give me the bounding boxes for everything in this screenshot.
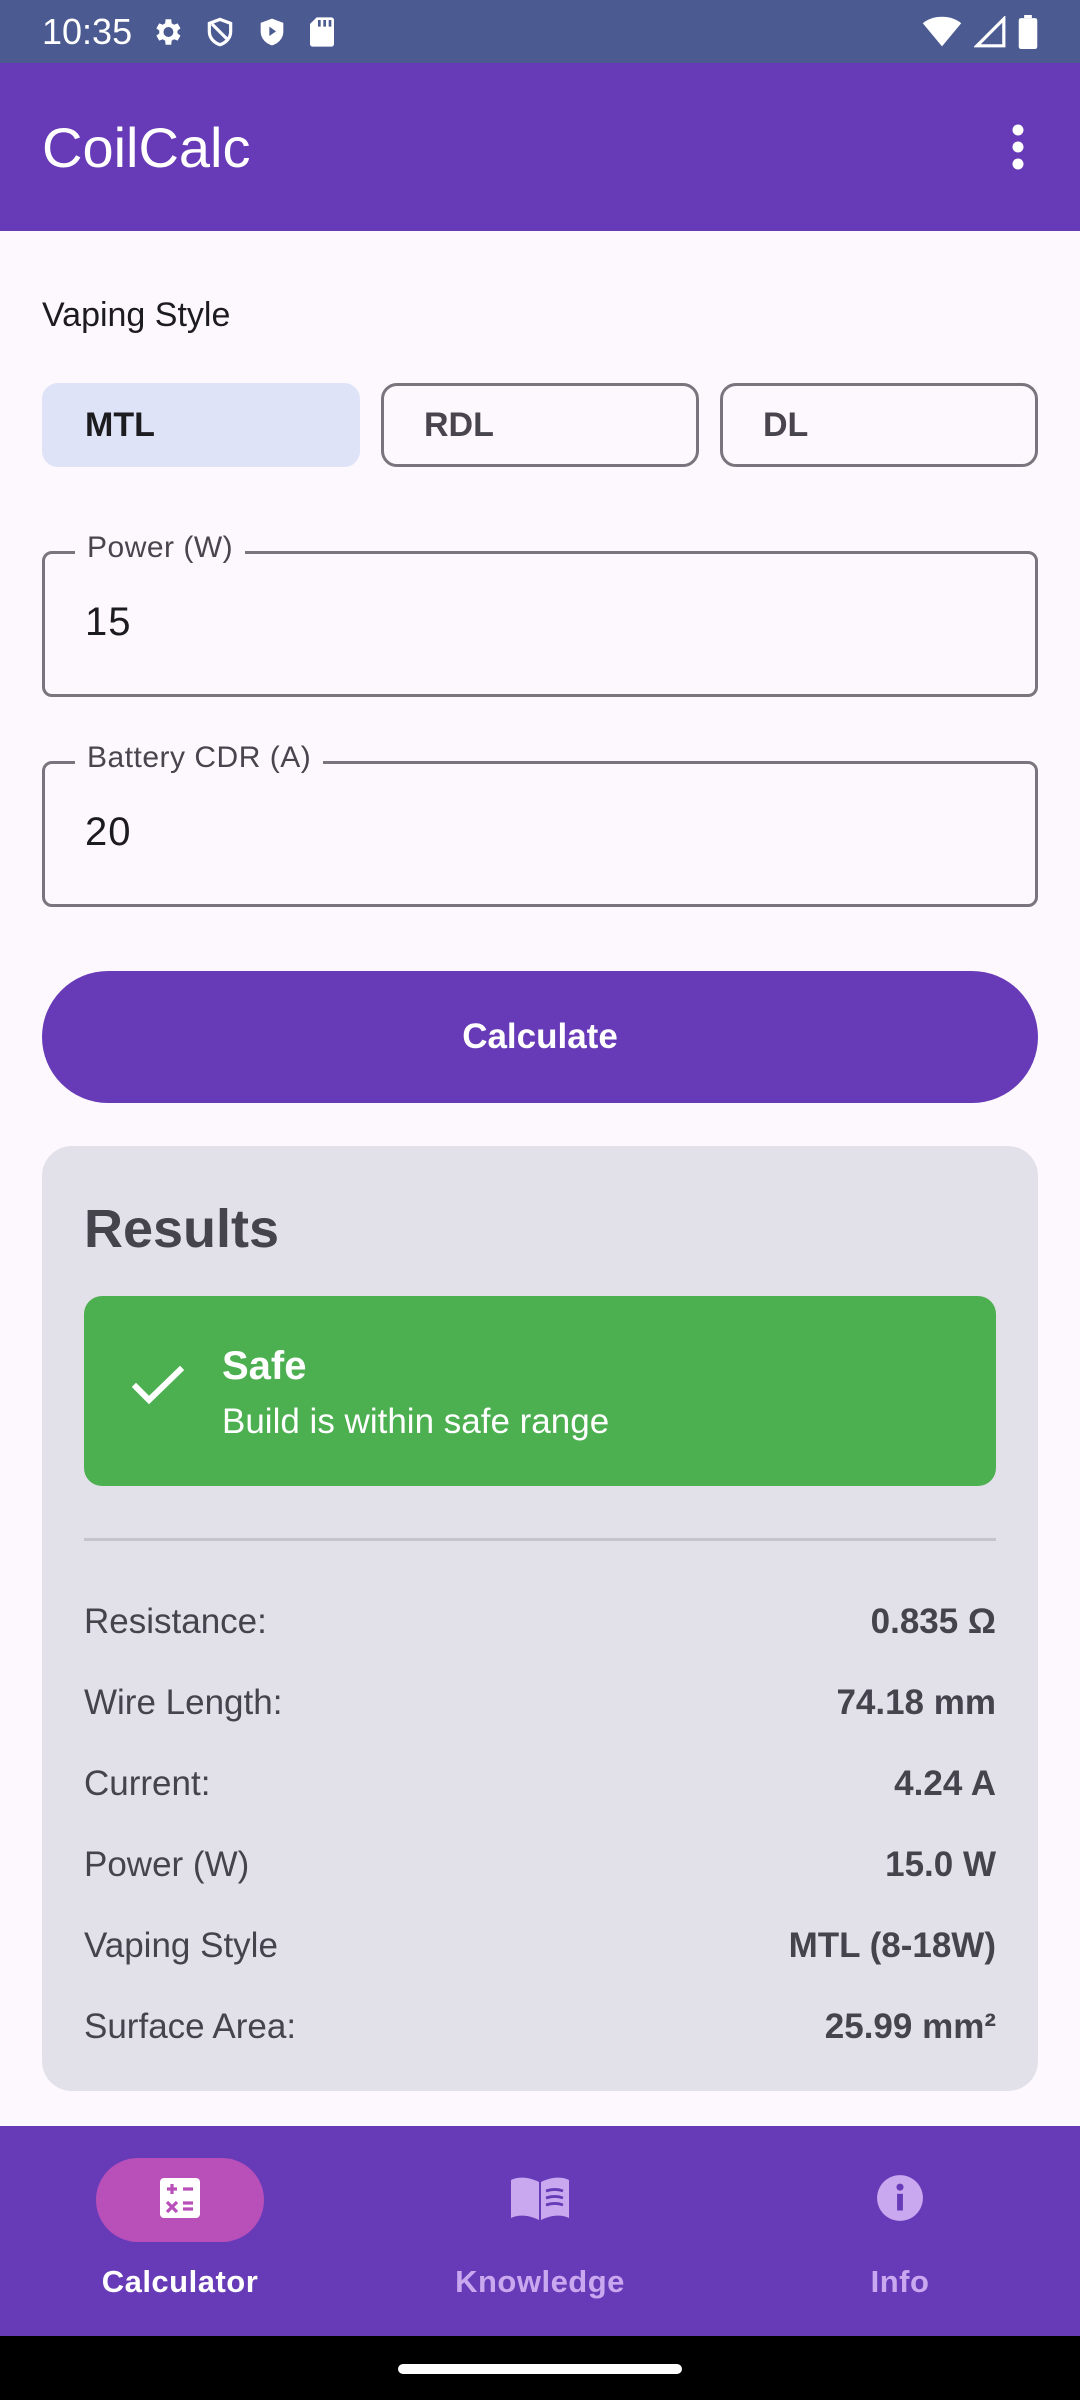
battery-cdr-field-value[interactable]: 20 xyxy=(85,810,132,855)
results-divider xyxy=(84,1538,996,1541)
result-value: 4.24 A xyxy=(894,1764,996,1803)
result-label: Current: xyxy=(84,1764,211,1803)
wifi-icon xyxy=(922,16,962,48)
result-row-current: Current: 4.24 A xyxy=(84,1754,996,1814)
results-title: Results xyxy=(84,1199,280,1259)
battery-cdr-field-label: Battery CDR (A) xyxy=(75,741,324,775)
book-icon xyxy=(509,2174,571,2227)
battery-icon xyxy=(1018,14,1038,49)
safety-status-banner: Safe Build is within safe range xyxy=(84,1296,996,1486)
nav-item-knowledge[interactable]: Knowledge xyxy=(360,2126,720,2336)
settings-icon xyxy=(150,15,184,49)
result-row-resistance: Resistance: 0.835 Ω xyxy=(84,1592,996,1652)
vaping-style-selector: MTL RDL DL xyxy=(42,383,1038,467)
result-label: Power (W) xyxy=(84,1845,250,1884)
power-field-label: Power (W) xyxy=(75,531,246,565)
result-row-vaping-style: Vaping Style MTL (8-18W) xyxy=(84,1916,996,1976)
signal-icon xyxy=(974,15,1006,48)
nav-icon-container xyxy=(816,2158,984,2242)
style-option-dl[interactable]: DL xyxy=(720,383,1038,467)
nav-icon-container xyxy=(456,2158,624,2242)
calculator-icon xyxy=(156,2174,204,2227)
check-icon xyxy=(131,1365,185,1411)
app-bar: CoilCalc xyxy=(0,63,1080,231)
bottom-navigation: Calculator Knowledge Info xyxy=(0,2126,1080,2336)
sd-card-icon xyxy=(308,16,336,48)
battery-cdr-field[interactable]: Battery CDR (A) 20 xyxy=(42,741,1038,907)
status-bar: 10:35 xyxy=(0,0,1080,63)
app-title: CoilCalc xyxy=(42,115,251,179)
play-shield-icon xyxy=(256,15,288,49)
gesture-nav-area xyxy=(0,2336,1080,2400)
result-label: Wire Length: xyxy=(84,1683,283,1722)
result-value: 25.99 mm² xyxy=(824,2007,996,2046)
result-label: Surface Area: xyxy=(84,2007,297,2046)
power-field-value[interactable]: 15 xyxy=(85,600,132,645)
nav-item-calculator[interactable]: Calculator xyxy=(0,2126,360,2336)
status-icons-left xyxy=(150,15,336,49)
shield-icon xyxy=(204,15,236,49)
calculate-button[interactable]: Calculate xyxy=(42,971,1038,1103)
result-value: MTL (8-18W) xyxy=(788,1926,996,1965)
more-vert-icon[interactable] xyxy=(994,107,1042,187)
results-card: Results Safe Build is within safe range … xyxy=(42,1146,1038,2091)
result-row-wire-length: Wire Length: 74.18 mm xyxy=(84,1673,996,1733)
vaping-style-label: Vaping Style xyxy=(42,296,231,334)
safety-status-subtitle: Build is within safe range xyxy=(222,1402,610,1441)
gesture-handle[interactable] xyxy=(398,2364,682,2374)
info-icon xyxy=(875,2173,925,2228)
result-value: 74.18 mm xyxy=(836,1683,996,1722)
style-option-mtl[interactable]: MTL xyxy=(42,383,360,467)
result-row-power: Power (W) 15.0 W xyxy=(84,1835,996,1895)
status-icons-right xyxy=(922,14,1038,49)
safety-status-title: Safe xyxy=(222,1344,307,1388)
result-row-surface-area: Surface Area: 25.99 mm² xyxy=(84,1997,996,2057)
nav-item-info[interactable]: Info xyxy=(720,2126,1080,2336)
nav-label-info: Info xyxy=(870,2264,930,2299)
result-label: Vaping Style xyxy=(84,1926,278,1965)
nav-label-knowledge: Knowledge xyxy=(455,2264,625,2299)
status-time: 10:35 xyxy=(42,10,133,52)
result-label: Resistance: xyxy=(84,1602,267,1641)
result-value: 15.0 W xyxy=(885,1845,996,1884)
nav-label-calculator: Calculator xyxy=(101,2264,259,2299)
power-field[interactable]: Power (W) 15 xyxy=(42,531,1038,697)
nav-active-indicator xyxy=(96,2158,264,2242)
result-value: 0.835 Ω xyxy=(870,1602,996,1641)
style-option-rdl[interactable]: RDL xyxy=(381,383,699,467)
